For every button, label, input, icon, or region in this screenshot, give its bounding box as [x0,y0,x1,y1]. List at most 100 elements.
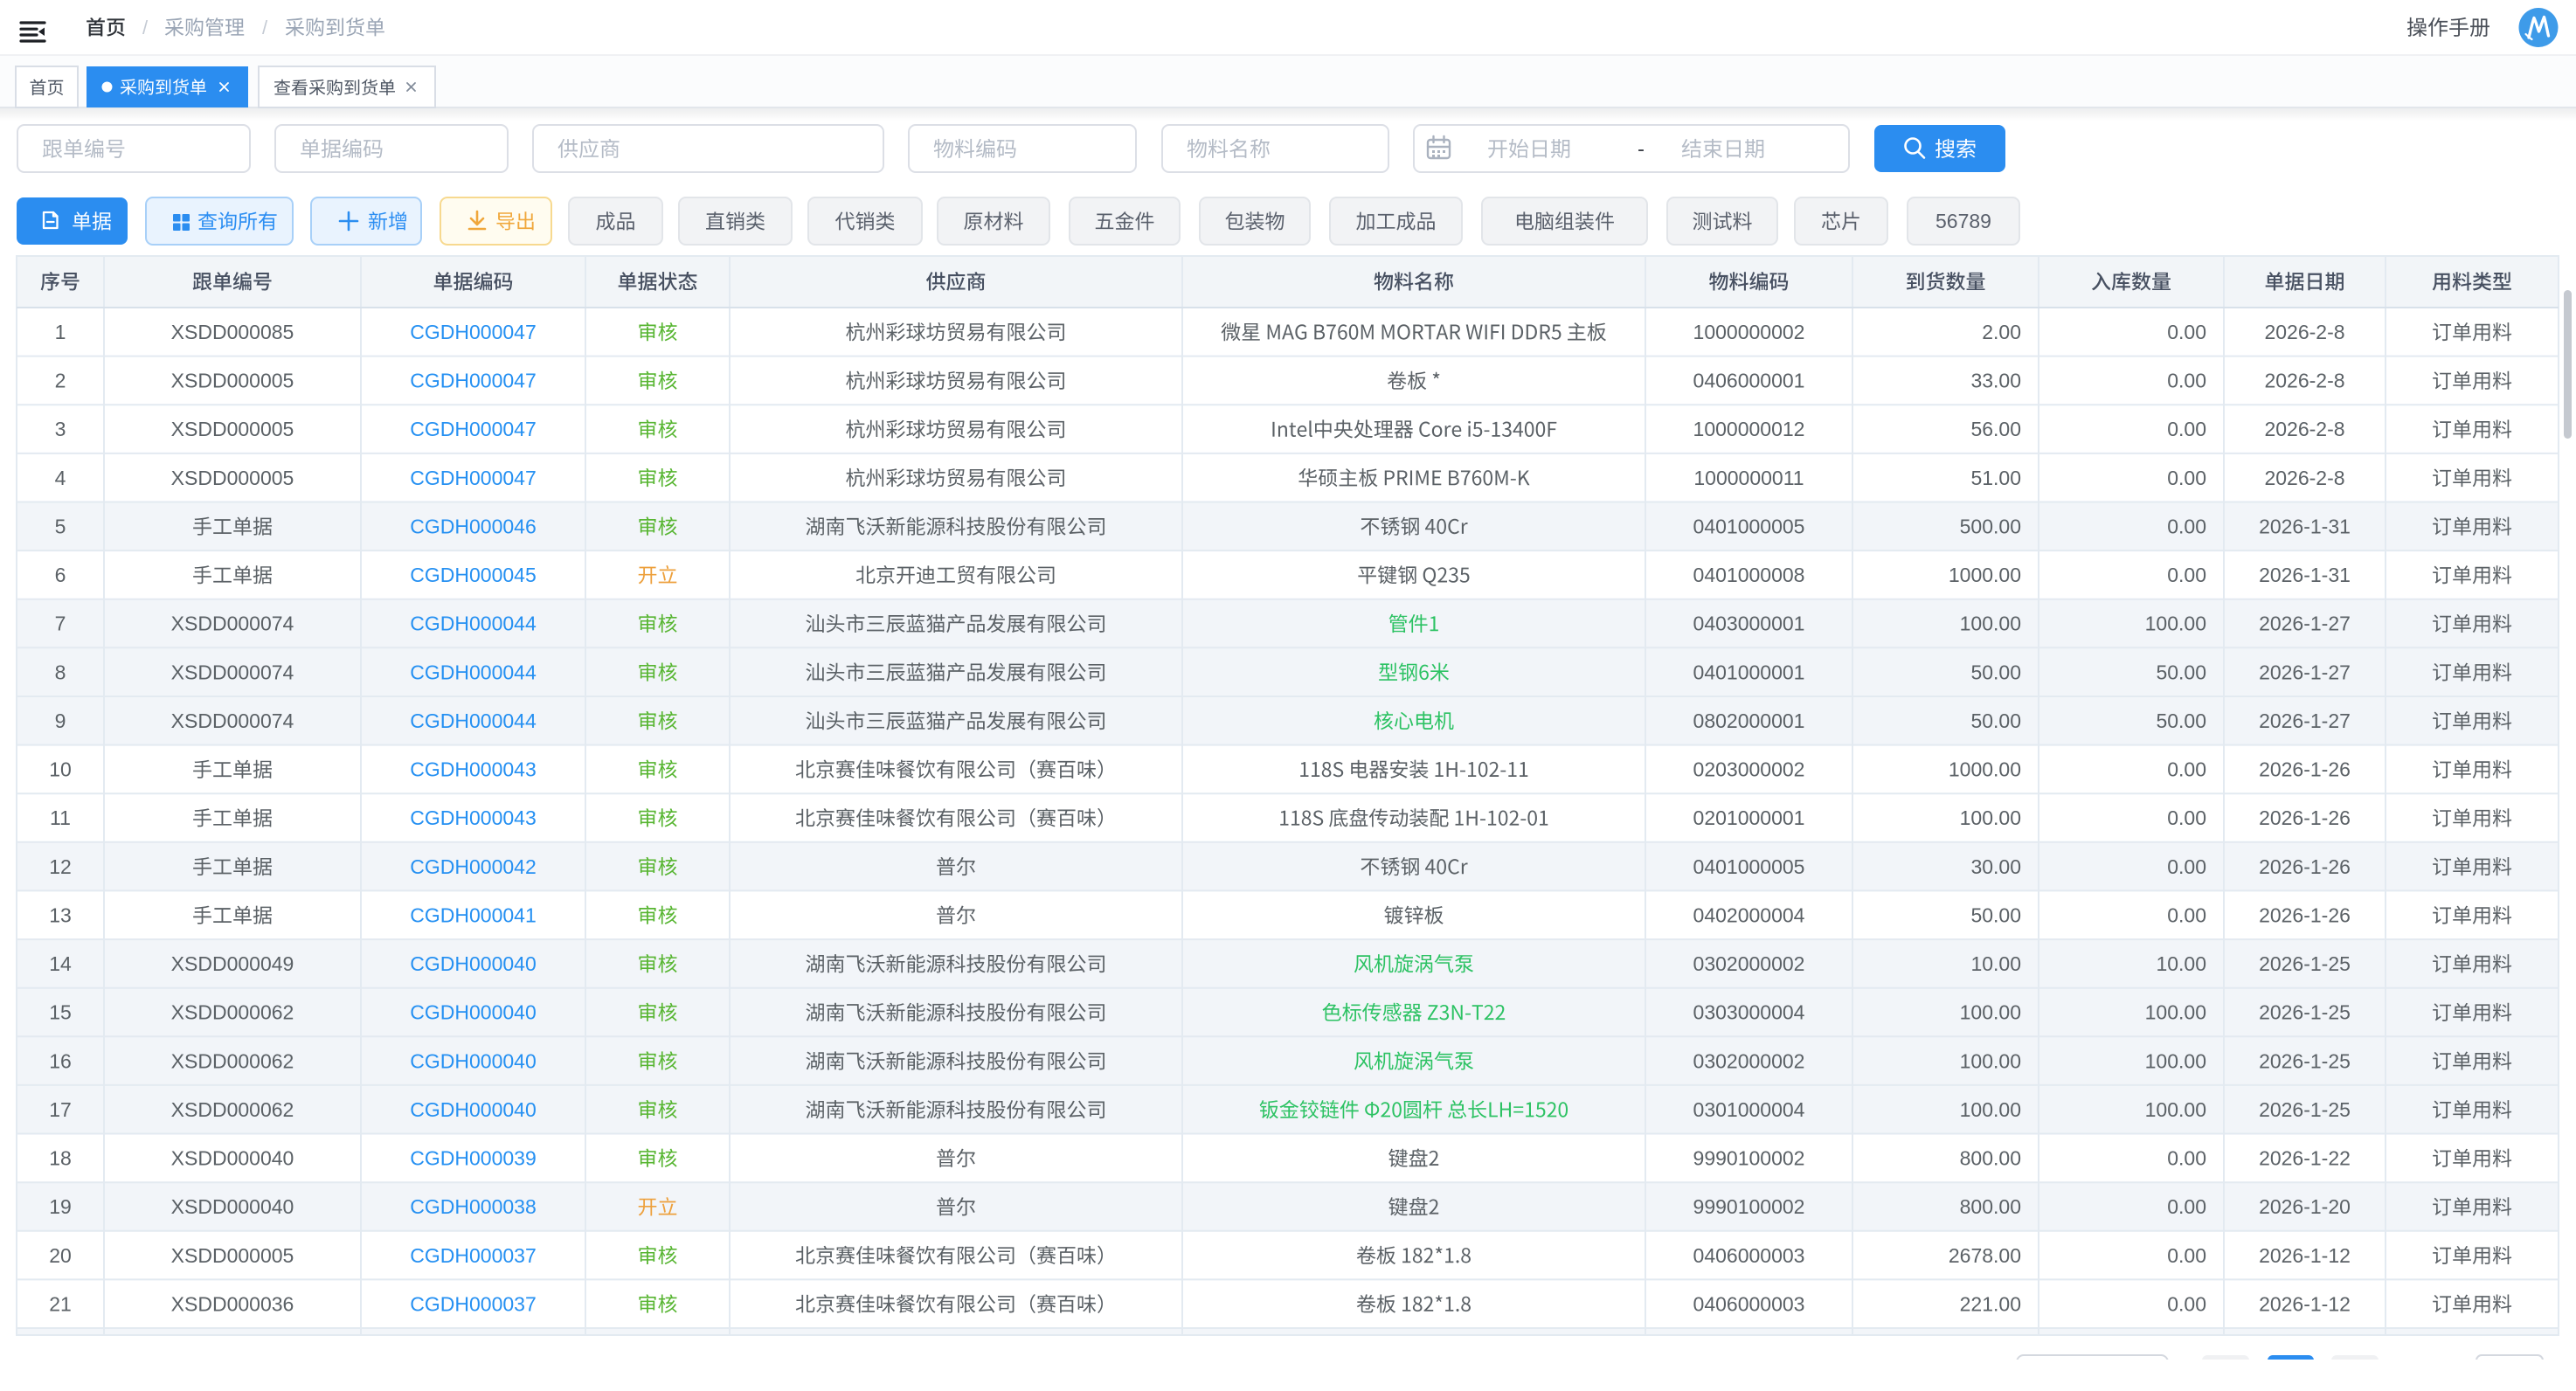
svg-text:0302000002: 0302000002 [1693,1049,1805,1072]
svg-text:56.00: 56.00 [1970,418,2021,440]
svg-text:2026-1-25: 2026-1-25 [2259,1049,2351,1072]
svg-text:13: 13 [49,903,72,926]
svg-text:CGDH000042: CGDH000042 [410,855,536,878]
svg-text:0401000005: 0401000005 [1693,516,1805,538]
svg-text:0.00: 0.00 [2167,1147,2206,1170]
svg-text:0302000002: 0302000002 [1693,952,1805,975]
svg-text:CGDH000040: CGDH000040 [410,1098,536,1121]
svg-text:2026-2-8: 2026-2-8 [2264,370,2344,392]
svg-text:1000000011: 1000000011 [1693,467,1804,489]
svg-text:0.00: 0.00 [2167,1244,2206,1267]
svg-text:CGDH000047: CGDH000047 [410,467,536,489]
svg-text:10.00: 10.00 [2156,952,2206,975]
svg-text:0406000003: 0406000003 [1693,1244,1805,1267]
svg-text:56789: 56789 [1935,210,1991,232]
svg-text:9990100002: 9990100002 [1693,1147,1805,1170]
svg-text:0401000008: 0401000008 [1693,564,1805,586]
svg-text:CGDH000045: CGDH000045 [410,564,536,586]
svg-text:CGDH000040: CGDH000040 [410,1001,536,1024]
svg-text:CGDH000044: CGDH000044 [410,709,537,732]
svg-text:0401000001: 0401000001 [1693,661,1805,683]
svg-text:0.00: 0.00 [2167,418,2206,440]
svg-text:2026-1-20: 2026-1-20 [2259,1195,2351,1218]
svg-text:2026-1-12: 2026-1-12 [2259,1244,2351,1267]
svg-text:100.00: 100.00 [1960,1001,2021,1024]
svg-text:20: 20 [49,1244,72,1267]
svg-text:0402000004: 0402000004 [1693,903,1805,926]
svg-text:XSDD000005: XSDD000005 [171,1244,294,1267]
svg-text:XSDD000074: XSDD000074 [171,709,294,732]
svg-text:XSDD000005: XSDD000005 [171,370,294,392]
svg-text:CGDH000039: CGDH000039 [410,1147,536,1170]
svg-text:50.00: 50.00 [2156,661,2206,683]
svg-text:1: 1 [55,321,66,343]
svg-text:500.00: 500.00 [1960,516,2021,538]
svg-text:/: / [262,17,268,38]
svg-text:0.00: 0.00 [2167,1195,2206,1218]
svg-text:0.00: 0.00 [2167,321,2206,343]
svg-text:2026-1-31: 2026-1-31 [2259,564,2351,586]
svg-text:5: 5 [55,516,66,538]
svg-text:2026-1-26: 2026-1-26 [2259,758,2351,781]
svg-text:2026-1-26: 2026-1-26 [2259,855,2351,878]
svg-text:100.00: 100.00 [2145,1098,2206,1121]
svg-text:2026-1-27: 2026-1-27 [2259,612,2351,635]
svg-text:18: 18 [49,1147,72,1170]
svg-text:CGDH000038: CGDH000038 [410,1195,536,1218]
svg-text:10.00: 10.00 [1970,952,2021,975]
svg-text:100.00: 100.00 [2145,1049,2206,1072]
svg-text:1000000012: 1000000012 [1693,418,1805,440]
svg-text:CGDH000043: CGDH000043 [410,758,536,781]
svg-text:1000000002: 1000000002 [1693,321,1805,343]
svg-text:221.00: 221.00 [1960,1292,2021,1315]
svg-text:2.00: 2.00 [1982,321,2021,343]
svg-text:CGDH000047: CGDH000047 [410,321,536,343]
svg-text:CGDH000040: CGDH000040 [410,1049,536,1072]
svg-text:33.00: 33.00 [1970,370,2021,392]
svg-text:17: 17 [49,1098,72,1121]
svg-text:0406000001: 0406000001 [1693,370,1805,392]
svg-text:1000.00: 1000.00 [1949,564,2021,586]
svg-text:0.00: 0.00 [2167,758,2206,781]
svg-text:12: 12 [49,855,72,878]
svg-text:100.00: 100.00 [1960,1098,2021,1121]
svg-text:XSDD000049: XSDD000049 [171,952,294,975]
svg-text:8: 8 [55,661,66,683]
svg-text:11: 11 [50,806,71,829]
svg-text:2026-1-25: 2026-1-25 [2259,1098,2351,1121]
svg-text:0.00: 0.00 [2167,516,2206,538]
svg-text:XSDD000074: XSDD000074 [171,661,294,683]
svg-text:9990100002: 9990100002 [1693,1195,1805,1218]
svg-text:9: 9 [55,709,66,732]
svg-text:800.00: 800.00 [1960,1147,2021,1170]
svg-text:0203000002: 0203000002 [1693,758,1805,781]
svg-text:2026-1-26: 2026-1-26 [2259,903,2351,926]
svg-text:XSDD000074: XSDD000074 [171,612,294,635]
svg-text:0403000001: 0403000001 [1693,612,1805,635]
svg-text:2026-1-25: 2026-1-25 [2259,1001,2351,1024]
svg-text:0.00: 0.00 [2167,903,2206,926]
svg-text:0303000004: 0303000004 [1693,1001,1805,1024]
svg-text:100.00: 100.00 [1960,612,2021,635]
svg-text:XSDD000040: XSDD000040 [171,1147,294,1170]
svg-text:0201000001: 0201000001 [1693,806,1805,829]
svg-text:CGDH000047: CGDH000047 [410,418,536,440]
svg-text:50.00: 50.00 [1970,661,2021,683]
svg-text:0.00: 0.00 [2167,806,2206,829]
svg-text:2: 2 [55,370,66,392]
svg-text:2026-2-8: 2026-2-8 [2264,418,2344,440]
svg-text:50.00: 50.00 [1970,709,2021,732]
svg-text:2026-1-22: 2026-1-22 [2259,1147,2351,1170]
svg-text:7: 7 [55,612,66,635]
svg-text:0.00: 0.00 [2167,1292,2206,1315]
svg-text:0802000001: 0802000001 [1693,709,1805,732]
svg-text:100.00: 100.00 [1960,806,2021,829]
svg-text:0.00: 0.00 [2167,467,2206,489]
svg-text:XSDD000085: XSDD000085 [171,321,294,343]
svg-text:0406000003: 0406000003 [1693,1292,1805,1315]
svg-text:0.00: 0.00 [2167,370,2206,392]
svg-text:XSDD000036: XSDD000036 [171,1292,294,1315]
svg-text:XSDD000040: XSDD000040 [171,1195,294,1218]
svg-text:10: 10 [49,758,72,781]
svg-text:CGDH000040: CGDH000040 [410,952,536,975]
